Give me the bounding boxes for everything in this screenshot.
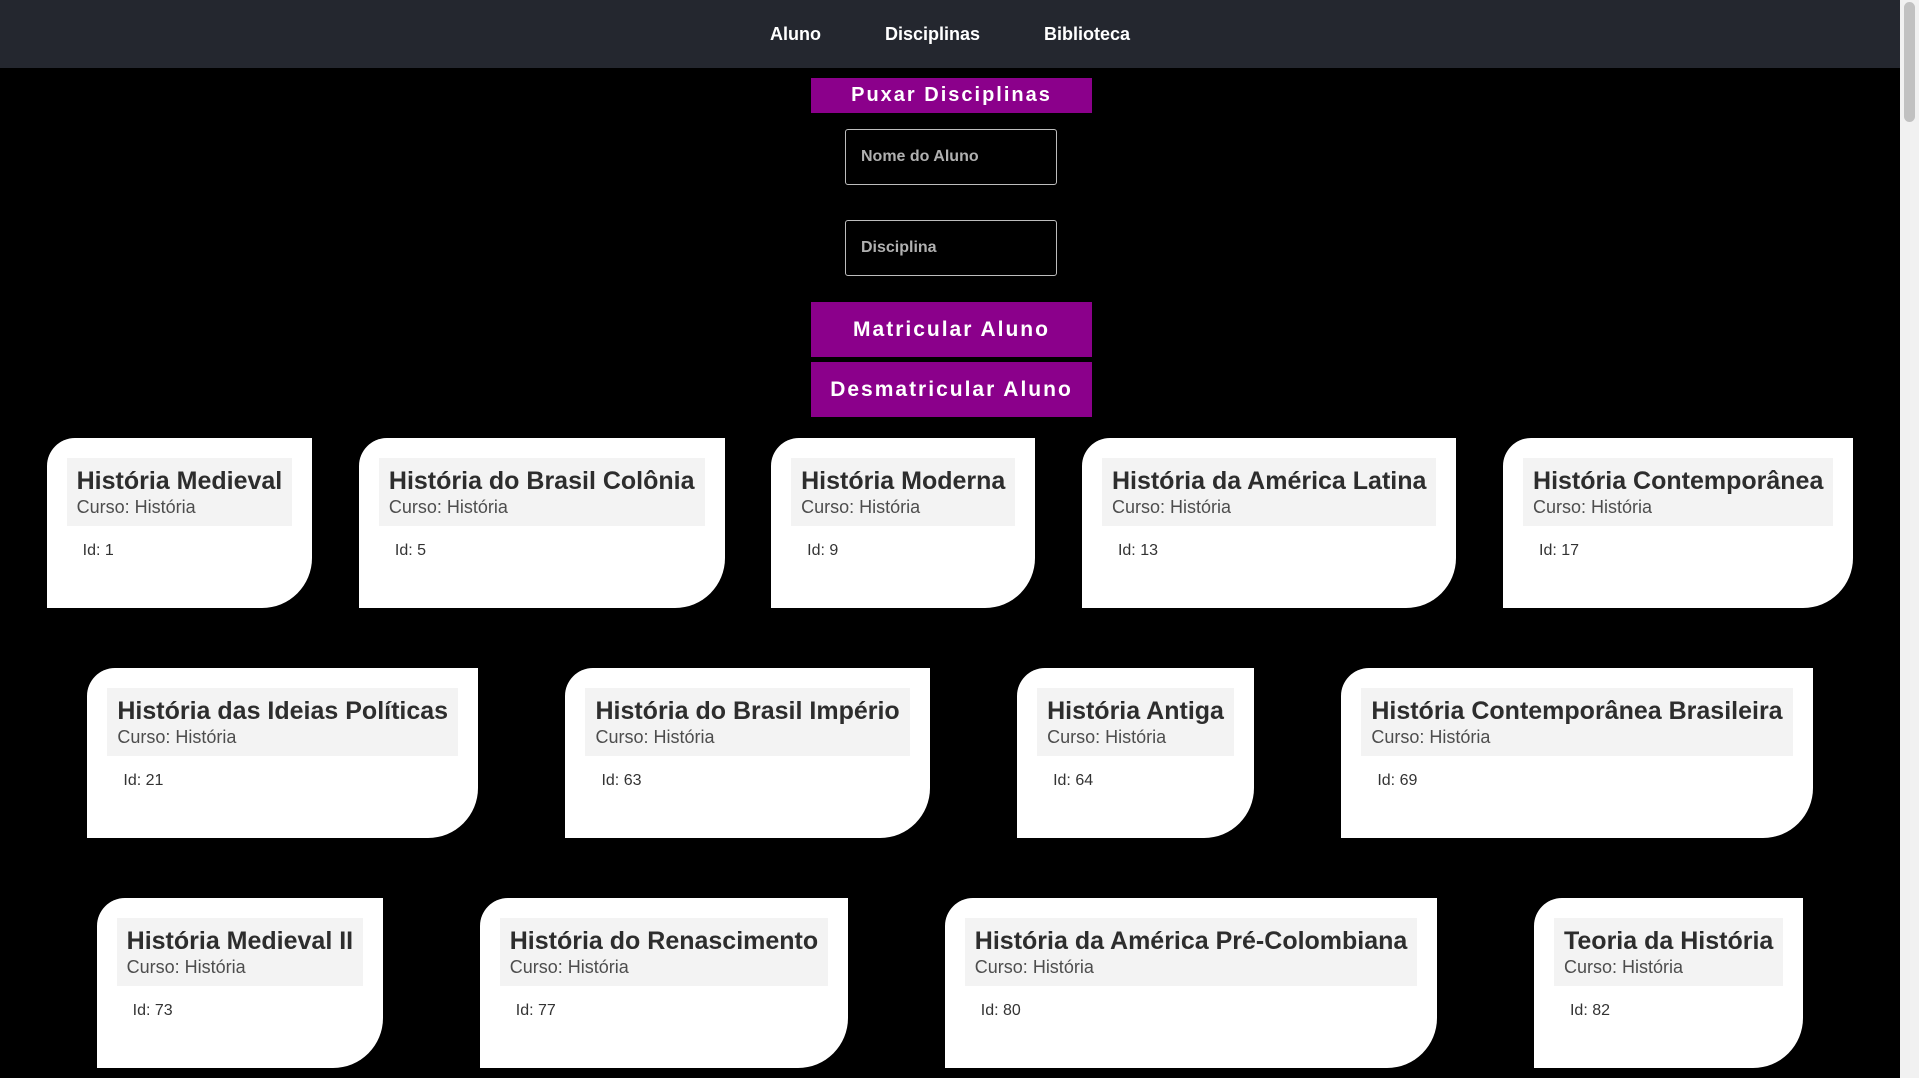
card-title: História do Brasil Império — [595, 697, 900, 725]
vertical-scrollbar[interactable] — [1900, 0, 1919, 1078]
card-id: Id: 73 — [132, 1002, 173, 1019]
card-title: História Moderna — [801, 467, 1006, 495]
card-course: Curso: História — [1047, 727, 1167, 747]
discipline-card[interactable]: História da América Latina Curso: Histór… — [1081, 438, 1457, 608]
card-header: História da América Latina Curso: Histór… — [1101, 458, 1437, 526]
card-course: Curso: História — [509, 957, 629, 977]
card-course: Curso: História — [1563, 957, 1684, 977]
card-course: Curso: História — [801, 497, 921, 517]
card-title: História Contemporânea Brasileira — [1371, 697, 1783, 725]
card-id: Id: 82 — [1569, 1002, 1611, 1019]
enrollment-form: Puxar Disciplinas Matricular Aluno Desma… — [0, 68, 1900, 418]
card-course: Curso: História — [1111, 497, 1231, 517]
discipline-card[interactable]: História das Ideias Políticas Curso: His… — [87, 668, 479, 838]
discipline-card[interactable]: História da América Pré-Colombiana Curso… — [944, 898, 1438, 1068]
card-title: História Antiga — [1047, 697, 1224, 725]
card-title: História Medieval — [76, 467, 283, 495]
discipline-card[interactable]: História Contemporânea Brasileira Curso:… — [1341, 668, 1813, 838]
card-id: Id: 1 — [82, 542, 114, 559]
discipline-input[interactable] — [845, 220, 1057, 276]
discipline-card-list: História Medieval Curso: História Id: 1 … — [0, 438, 1900, 1078]
card-course: Curso: História — [388, 497, 508, 517]
card-id: Id: 64 — [1053, 772, 1094, 789]
card-header: História Medieval Curso: História — [66, 458, 293, 526]
card-id: Id: 69 — [1377, 772, 1418, 789]
card-id: Id: 63 — [601, 772, 642, 789]
card-course: Curso: História — [76, 497, 196, 517]
discipline-card[interactable]: História Medieval II Curso: História Id:… — [96, 898, 384, 1068]
card-id: Id: 9 — [807, 542, 839, 559]
card-id: Id: 77 — [515, 1002, 556, 1019]
card-course: Curso: História — [117, 727, 237, 747]
card-header: História Medieval II Curso: História — [116, 918, 364, 986]
card-header: História Moderna Curso: História — [791, 458, 1016, 526]
card-title: Teoria da História — [1563, 927, 1774, 955]
student-name-input[interactable] — [845, 129, 1057, 185]
card-course: Curso: História — [595, 727, 715, 747]
card-title: História do Renascimento — [509, 927, 819, 955]
page: Aluno Disciplinas Biblioteca Puxar Disci… — [0, 0, 1919, 1078]
card-course: Curso: História — [1533, 497, 1653, 517]
card-id: Id: 80 — [980, 1002, 1021, 1019]
nav-link-aluno[interactable]: Aluno — [770, 24, 821, 45]
discipline-card[interactable]: História Medieval Curso: História Id: 1 — [46, 438, 313, 608]
card-header: História Antiga Curso: História — [1037, 688, 1234, 756]
card-title: História Medieval II — [126, 927, 354, 955]
card-header: História das Ideias Políticas Curso: His… — [107, 688, 459, 756]
card-header: História do Brasil Colônia Curso: Histór… — [378, 458, 705, 526]
card-row: História das Ideias Políticas Curso: His… — [0, 668, 1900, 838]
card-course: Curso: História — [1371, 727, 1491, 747]
card-id: Id: 5 — [394, 542, 427, 559]
card-header: História do Renascimento Curso: História — [499, 918, 829, 986]
card-header: História da América Pré-Colombiana Curso… — [964, 918, 1418, 986]
card-id: Id: 21 — [123, 772, 164, 789]
card-course: Curso: História — [974, 957, 1094, 977]
card-id: Id: 17 — [1539, 542, 1580, 559]
card-header: História do Brasil Império Curso: Histór… — [585, 688, 910, 756]
discipline-card[interactable]: História do Brasil Colônia Curso: Histór… — [358, 438, 725, 608]
enroll-student-button[interactable]: Matricular Aluno — [811, 302, 1092, 357]
scrollbar-thumb[interactable] — [1904, 2, 1915, 122]
top-navbar: Aluno Disciplinas Biblioteca — [0, 0, 1900, 68]
card-header: História Contemporânea Brasileira Curso:… — [1361, 688, 1793, 756]
card-title: História Contemporânea — [1533, 467, 1824, 495]
discipline-card[interactable]: História Antiga Curso: História Id: 64 — [1017, 668, 1254, 838]
card-title: História da América Pré-Colombiana — [974, 927, 1408, 955]
card-title: História das Ideias Políticas — [117, 697, 449, 725]
nav-link-biblioteca[interactable]: Biblioteca — [1044, 24, 1130, 45]
discipline-card[interactable]: Teoria da História Curso: História Id: 8… — [1533, 898, 1804, 1068]
discipline-card[interactable]: História do Brasil Império Curso: Histór… — [565, 668, 930, 838]
unenroll-student-button[interactable]: Desmatricular Aluno — [811, 362, 1092, 417]
discipline-card[interactable]: História Moderna Curso: História Id: 9 — [771, 438, 1036, 608]
card-header: História Contemporânea Curso: História — [1523, 458, 1834, 526]
pull-disciplines-button[interactable]: Puxar Disciplinas — [811, 78, 1092, 113]
card-course: Curso: História — [126, 957, 246, 977]
card-id: Id: 13 — [1117, 542, 1158, 559]
card-row: História Medieval II Curso: História Id:… — [0, 898, 1900, 1068]
card-header: Teoria da História Curso: História — [1553, 918, 1784, 986]
discipline-card[interactable]: História Contemporânea Curso: História I… — [1503, 438, 1854, 608]
discipline-card[interactable]: História do Renascimento Curso: História… — [479, 898, 849, 1068]
card-title: História da América Latina — [1111, 467, 1427, 495]
card-row: História Medieval Curso: História Id: 1 … — [0, 438, 1900, 608]
nav-link-disciplinas[interactable]: Disciplinas — [885, 24, 980, 45]
card-title: História do Brasil Colônia — [388, 467, 695, 495]
